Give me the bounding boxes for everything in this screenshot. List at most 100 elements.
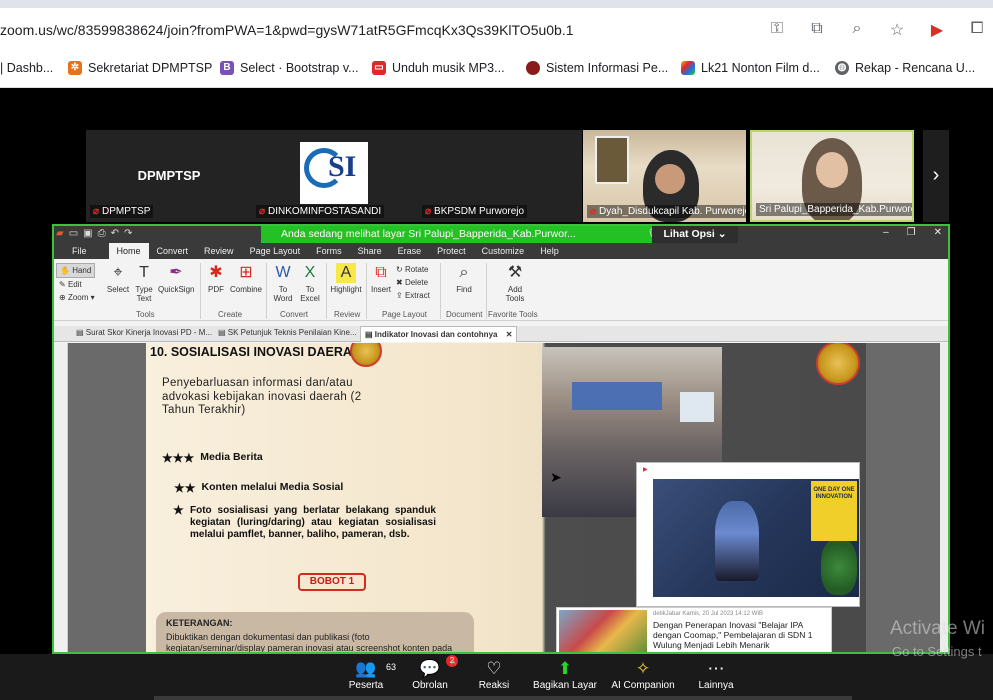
star-rating-icon: ★★★ (162, 451, 195, 465)
ribbon-toolbar: ✋ Hand ✎ Edit ⊕ Zoom ▾ ⌖ Select T Type Tex… (54, 259, 948, 321)
screen-share-banner: Anda sedang melihat layar Sri Palupi_Bap… (261, 226, 677, 243)
doc-tab[interactable]: ▤ Surat Skor Kinerja Inovasi PD - M... (76, 328, 212, 337)
select-button[interactable]: ⌖ Select (106, 263, 130, 294)
highlight-icon: A (336, 263, 356, 283)
participant-video-tile-active[interactable]: Sri Palupi_Bapperida_Kab.Purworejo (750, 130, 914, 222)
to-word-button[interactable]: W To Word (270, 263, 296, 303)
minimize-icon[interactable]: – (883, 227, 889, 238)
add-tools-icon: ⚒ (507, 264, 523, 281)
bookmark-item[interactable]: ✲ Sekretariat DPMPTSP (68, 61, 212, 75)
group-label: Create (218, 310, 243, 319)
more-icon: ⋯ (707, 659, 725, 678)
tab-page-layout[interactable]: Page Layout (242, 243, 309, 259)
combine-button[interactable]: ⊞ Combine (228, 263, 264, 294)
more-button[interactable]: ⋯ Lainnya (697, 658, 735, 691)
participant-tile[interactable]: DPMPTSP ⌀ DPMPTSP (86, 130, 252, 222)
hand-tool[interactable]: ✋ Hand (56, 263, 95, 278)
find-button[interactable]: ⌕ Find (452, 263, 476, 294)
tab-customize[interactable]: Customize (474, 243, 533, 259)
ai-companion-button[interactable]: ✧ AI Companion (610, 658, 676, 691)
slide-title: 10. SOSIALISASI INOVASI DAERAH (150, 345, 361, 359)
bookmark-star-icon[interactable]: ☆ (887, 20, 907, 40)
tab-convert[interactable]: Convert (149, 243, 197, 259)
rotate-button[interactable]: ↻ Rotate (396, 263, 430, 276)
windows-activation-watermark: Activate Wi (890, 618, 986, 639)
word-icon: W (275, 264, 291, 281)
tab-home[interactable]: Home (108, 243, 149, 259)
share-screen-button[interactable]: ⬆ Bagikan Layar (532, 658, 598, 691)
sparkle-icon: ✧ (635, 659, 651, 678)
bootstrap-icon: B (220, 61, 234, 75)
puzzle-icon[interactable]: ⧠ (967, 20, 987, 40)
next-page-arrow-icon[interactable]: › (923, 130, 949, 222)
zoom-icon[interactable]: ⌕ (847, 20, 867, 40)
osi-logo: SI (300, 142, 368, 204)
app-icon: ▰ (56, 228, 64, 239)
bookmark-item[interactable]: ▭ Unduh musik MP3... (372, 61, 505, 75)
chevron-up-icon[interactable]: ^ (451, 660, 456, 671)
bookmark-item[interactable]: ◍ Rekap - Rencana U... (835, 61, 975, 75)
share-screen-icon: ⬆ (557, 659, 573, 678)
highlight-button[interactable]: A Highlight (328, 263, 364, 294)
open-icon[interactable]: ▭ (69, 228, 78, 239)
group-label: Favorite Tools (488, 310, 538, 319)
bookmark-item[interactable]: B Select · Bootstrap v... (220, 61, 359, 75)
tab-protect[interactable]: Protect (429, 243, 474, 259)
print-icon[interactable]: ⎙ (98, 228, 106, 239)
extract-button[interactable]: ⇪ Extract (396, 289, 430, 302)
redo-icon[interactable]: ↷ (124, 228, 132, 239)
tab-erase[interactable]: Erase (390, 243, 430, 259)
url-text[interactable]: zoom.us/wc/83599838624/join?fromPWA=1&pw… (0, 22, 574, 38)
address-bar[interactable]: zoom.us/wc/83599838624/join?fromPWA=1&pw… (0, 8, 993, 52)
reactions-button[interactable]: ♡ Reaksi (478, 658, 510, 691)
extension-icon[interactable]: ▶ (927, 20, 947, 40)
tab-file[interactable]: File (54, 243, 109, 259)
participant-tile[interactable]: ⌀ BKPSDM Purworejo (418, 130, 582, 222)
tab-review[interactable]: Review (196, 243, 242, 259)
bookmark-item[interactable]: Sistem Informasi Pe... (526, 61, 668, 75)
close-tab-icon[interactable]: ✕ (506, 330, 513, 339)
quicksign-button[interactable]: ✒ QuickSign (158, 263, 194, 294)
tab-share[interactable]: Share (350, 243, 390, 259)
add-tools-button[interactable]: ⚒ Add Tools (500, 263, 530, 303)
tab-forms[interactable]: Forms (308, 243, 350, 259)
create-pdf-button[interactable]: ✱ PDF (204, 263, 228, 294)
participant-video-tile[interactable]: ⌀ Dyah_Disdukcapil Kab. Purworejo (583, 130, 746, 222)
bookmarks-bar: | Dashb... ✲ Sekretariat DPMPTSP B Select … (0, 52, 993, 88)
key-icon[interactable]: ⚿ (767, 20, 787, 40)
to-excel-button[interactable]: X To Excel (297, 263, 323, 303)
doc-tab-active[interactable]: ▤ Indikator Inovasi dan contohnya ✕ (360, 326, 518, 342)
insert-button[interactable]: ⧉ Insert (368, 263, 394, 294)
delete-button[interactable]: ✖ Delete (396, 276, 430, 289)
undo-icon[interactable]: ↶ (111, 228, 119, 239)
group-label: Page Layout (382, 310, 427, 319)
page-ops: ↻ Rotate ✖ Delete ⇪ Extract (396, 263, 430, 302)
zoom-tool[interactable]: ⊕ Zoom ▾ (56, 291, 95, 304)
zoom-toolbar: 👥 63 Peserta 💬 2 Obrolan ^ ♡ Reaksi ⬆ Bagi… (0, 654, 993, 700)
criterion-3-stars: ★★★ Media Berita (162, 451, 263, 465)
chat-icon: 💬 2 (410, 655, 458, 680)
bookmark-item[interactable]: | Dashb... (0, 61, 53, 75)
mouse-cursor-icon: ➤ (550, 469, 562, 485)
chat-button[interactable]: 💬 2 Obrolan (410, 655, 458, 691)
participants-button[interactable]: 👥 63 Peserta (348, 658, 396, 691)
heart-icon: ♡ (486, 659, 502, 678)
view-options-button[interactable]: Lihat Opsi ⌄ (652, 226, 738, 243)
ribbon-tabs: File Home Convert Review Page Layout For… (54, 243, 948, 259)
type-text-button[interactable]: T Type Text (132, 263, 156, 303)
vertical-scrollbar[interactable] (940, 343, 948, 652)
document-view[interactable]: 10. SOSIALISASI INOVASI DAERAH Penyebarl… (54, 343, 948, 652)
tab-help[interactable]: Help (532, 243, 567, 259)
settings-icon: ✲ (68, 61, 82, 75)
find-icon: ⌕ (459, 264, 469, 281)
restore-icon[interactable]: ❐ (907, 227, 916, 238)
edit-tool[interactable]: ✎ Edit (56, 278, 95, 291)
youtube-icon: ▶ (643, 467, 648, 473)
close-icon[interactable]: ✕ (934, 227, 942, 238)
music-icon: ▭ (372, 61, 386, 75)
save-icon[interactable]: ▣ (83, 228, 92, 239)
bookmark-item[interactable]: Lk21 Nonton Film d... (681, 61, 820, 75)
shared-screen: ▰ ▭ ▣ ⎙ ↶ ↷ Anda sedang melihat layar Sri Pal… (52, 224, 950, 654)
doc-tab[interactable]: ▤ SK Petunjuk Teknis Penilaian Kine... (218, 328, 357, 337)
translate-icon[interactable]: ⧉ (807, 20, 827, 40)
